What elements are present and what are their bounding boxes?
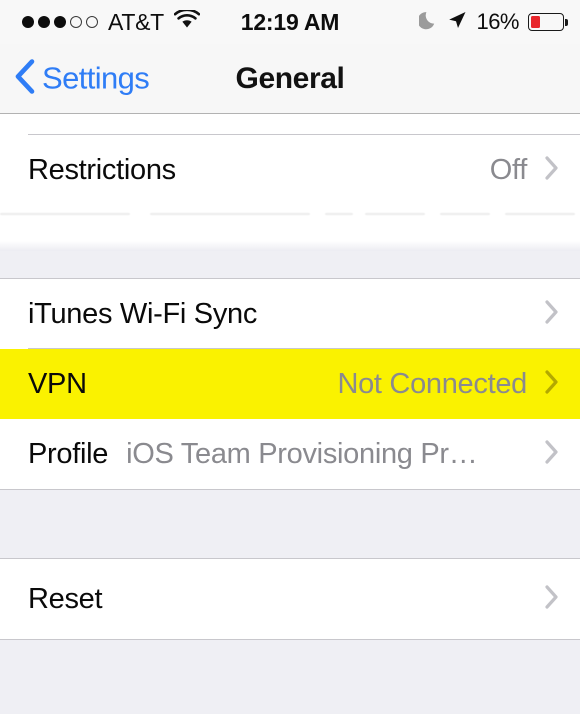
battery-icon [528, 13, 568, 31]
chevron-right-icon [543, 583, 560, 616]
chevron-right-icon [543, 154, 560, 187]
section-gap-2 [0, 489, 580, 559]
section-gap-1 [0, 251, 580, 279]
page-title: General [235, 61, 345, 95]
row-value-profile: iOS Team Provisioning Pr… [126, 437, 478, 470]
navigation-bar: Settings General [0, 44, 580, 114]
settings-row-restrictions[interactable]: Restrictions Off [0, 135, 580, 205]
restrictions-section: Restrictions Off [0, 135, 580, 205]
reset-section: Reset [0, 559, 580, 639]
settings-row-itunes-wifi-sync[interactable]: iTunes Wi-Fi Sync [0, 279, 580, 349]
signal-strength-dots-icon [22, 16, 98, 28]
row-label-itunes-wifi-sync: iTunes Wi-Fi Sync [28, 297, 258, 330]
settings-row-profile[interactable]: Profile iOS Team Provisioning Pr… [0, 419, 580, 489]
location-arrow-icon [447, 10, 467, 35]
wifi-icon [173, 7, 201, 35]
clock-label: 12:19 AM [240, 8, 340, 35]
sync-section: iTunes Wi-Fi Sync VPN Not Connected Prof… [0, 279, 580, 489]
battery-percent-label: 16% [476, 9, 519, 34]
row-value-vpn: Not Connected [337, 367, 527, 400]
row-label-vpn: VPN [28, 367, 87, 400]
row-label-reset: Reset [28, 582, 103, 615]
settings-row-vpn[interactable]: VPN Not Connected [0, 349, 580, 419]
chevron-right-icon [543, 368, 560, 401]
iphone-settings-screen: AT&T 12:19 AM 16% Settings General Restr… [0, 0, 580, 714]
row-label-profile: Profile [28, 437, 109, 470]
settings-list: Restrictions Off iTunes Wi-Fi Sync VPN N… [0, 114, 580, 714]
status-bar: AT&T 12:19 AM 16% [0, 0, 580, 44]
chevron-right-icon [543, 298, 560, 331]
carrier-label: AT&T [108, 8, 164, 35]
obscured-row-artifact [0, 205, 580, 251]
settings-row-reset[interactable]: Reset [0, 559, 580, 639]
chevron-right-icon [543, 438, 560, 471]
row-value-restrictions: Off [489, 153, 528, 186]
status-bar-left: AT&T [22, 7, 201, 36]
row-label-restrictions: Restrictions [28, 153, 176, 186]
list-bottom-filler [0, 639, 580, 714]
moon-icon [417, 10, 438, 35]
list-top-divider [0, 114, 580, 135]
status-bar-right: 16% [417, 9, 568, 35]
